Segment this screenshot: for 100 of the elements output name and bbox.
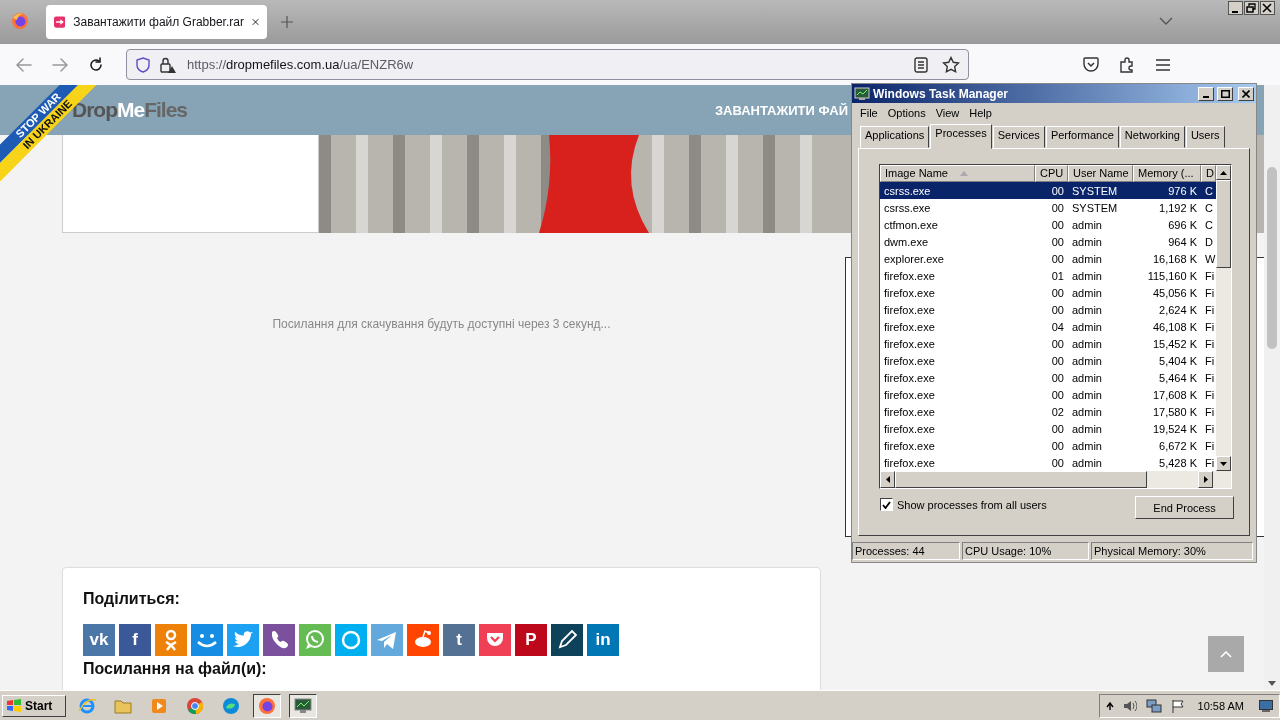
process-row[interactable]: firefox.exe 04 admin 46,108 K Fi [880, 318, 1216, 335]
tab[interactable]: Services [992, 126, 1045, 148]
table-cell-text: admin [1071, 303, 1103, 316]
process-row[interactable]: dwm.exe 00 admin 964 K D [880, 233, 1216, 250]
minimize-icon [1203, 95, 1209, 98]
table-cell-text: firefox.exe [883, 456, 936, 469]
scrollbar-thumb[interactable] [1216, 180, 1231, 268]
tab[interactable]: Applications [860, 126, 930, 148]
share-button[interactable]: f [119, 624, 151, 656]
close-icon[interactable] [1260, 1, 1275, 15]
table-cell-text: csrss.exe [883, 184, 932, 197]
end-process-button[interactable]: End Process [1135, 496, 1234, 519]
process-row[interactable]: firefox.exe 00 admin 17,608 K Fi [880, 386, 1216, 403]
scrollbar-thumb[interactable] [895, 471, 1147, 488]
table-cell-text: C [1204, 184, 1214, 197]
tab[interactable]: Processes [930, 124, 992, 149]
share-button[interactable]: t [443, 624, 475, 656]
speaker-icon[interactable] [1122, 698, 1137, 713]
desktop-icon[interactable] [1259, 699, 1273, 712]
process-row[interactable]: firefox.exe 00 admin 5,464 K Fi [880, 369, 1216, 386]
tab[interactable]: Performance [1045, 126, 1119, 148]
checkmark-icon [882, 500, 891, 509]
table-cell-text: Fi [1204, 303, 1216, 316]
maximize-button[interactable] [1217, 86, 1233, 101]
start-button[interactable]: Start [2, 694, 66, 717]
share-button[interactable] [551, 624, 583, 656]
table-cell-text: 02 [1050, 405, 1065, 418]
scrollbar-thumb[interactable] [1267, 167, 1277, 349]
table-cell-text: 46,108 K [1151, 320, 1198, 333]
table-cell-text: C [1204, 218, 1214, 231]
taskbar-button[interactable] [289, 693, 317, 718]
table-cell-text: 17,608 K [1151, 388, 1198, 401]
process-row[interactable]: firefox.exe 00 admin 6,672 K Fi [880, 437, 1216, 454]
table-cell-text: ctfmon.exe [883, 218, 939, 231]
column-header[interactable]: Image Name [880, 165, 1035, 182]
monitor-icon [854, 86, 870, 101]
table-cell-text: 00 [1050, 218, 1065, 231]
firefox-icon[interactable] [11, 12, 29, 30]
process-row[interactable]: explorer.exe 00 admin 16,168 K W [880, 250, 1216, 267]
table-cell-text: admin [1071, 337, 1103, 350]
column-header[interactable]: CPU [1035, 165, 1068, 182]
chevron-down-icon[interactable] [1268, 681, 1276, 686]
scroll-left-button[interactable] [880, 471, 895, 488]
column-header[interactable]: Memory (... [1133, 165, 1201, 182]
table-cell-text: 1,192 K [1158, 201, 1198, 214]
maximize-icon [1220, 89, 1230, 98]
plus-icon[interactable] [281, 16, 293, 28]
tab[interactable]: Users [1185, 126, 1225, 148]
clock[interactable]: 10:58 AM [1197, 699, 1244, 712]
pocket-icon[interactable] [1083, 57, 1099, 72]
scroll-down-button[interactable] [1216, 456, 1231, 471]
process-row[interactable]: firefox.exe 01 admin 115,160 K Fi [880, 267, 1216, 284]
process-row[interactable]: firefox.exe 00 admin 5,428 K Fi [880, 454, 1216, 471]
process-row[interactable]: firefox.exe 00 admin 15,452 K Fi [880, 335, 1216, 352]
share-button[interactable]: P [515, 624, 547, 656]
share-button[interactable]: in [587, 624, 619, 656]
table-cell-text: 16,168 K [1151, 252, 1198, 265]
tab[interactable]: Networking [1119, 126, 1185, 148]
process-row[interactable]: firefox.exe 00 admin 5,404 K Fi [880, 352, 1216, 369]
puzzle-icon[interactable] [1119, 56, 1135, 73]
table-cell-text: C [1204, 201, 1214, 214]
star-icon[interactable] [942, 55, 960, 74]
menu-item[interactable]: Options [883, 106, 932, 119]
menu-item[interactable]: Help [965, 106, 998, 119]
menu-item[interactable]: View [931, 106, 966, 119]
scroll-up-button[interactable] [1216, 165, 1231, 180]
process-row[interactable]: firefox.exe 00 admin 19,524 K Fi [880, 420, 1216, 437]
chevron-down-icon[interactable] [1159, 17, 1173, 25]
table-cell-text: 00 [1050, 388, 1065, 401]
close-button[interactable] [1238, 86, 1254, 101]
address-bar[interactable]: https://dropmefiles.com.ua/ua/ENZR6w [126, 49, 969, 80]
restore-icon[interactable] [1244, 1, 1259, 15]
table-cell-text: admin [1071, 320, 1103, 333]
process-row[interactable]: firefox.exe 00 admin 45,056 K Fi [880, 284, 1216, 301]
back-arrow-icon[interactable] [16, 57, 32, 72]
chevron-up-icon[interactable] [1105, 701, 1114, 710]
reader-view-icon[interactable] [914, 56, 928, 73]
column-header[interactable]: D [1201, 165, 1216, 182]
checkbox-label[interactable]: Show processes from all users [897, 498, 1047, 511]
menu-icon[interactable] [1155, 57, 1171, 72]
taskbar-button[interactable] [253, 693, 281, 718]
process-row[interactable]: firefox.exe 02 admin 17,580 K Fi [880, 403, 1216, 420]
column-header[interactable]: User Name [1068, 165, 1133, 182]
process-row[interactable]: csrss.exe 00 SYSTEM 976 K C [880, 182, 1216, 199]
share-button[interactable]: vk [83, 624, 115, 656]
network-icon[interactable] [1145, 697, 1162, 714]
scroll-right-button[interactable] [1198, 471, 1213, 488]
checkbox[interactable] [880, 498, 893, 511]
process-row[interactable]: firefox.exe 00 admin 2,624 K Fi [880, 301, 1216, 318]
share-button[interactable] [263, 624, 295, 656]
forward-arrow-icon[interactable] [52, 57, 68, 72]
process-row[interactable]: ctfmon.exe 00 admin 696 K C [880, 216, 1216, 233]
minimize-icon[interactable] [1228, 1, 1243, 15]
reload-icon[interactable] [88, 56, 104, 73]
browser-tab[interactable]: Завантажити файл Grabber.rar [46, 5, 267, 39]
menu-item[interactable]: File [856, 106, 884, 119]
flag-icon[interactable] [1170, 698, 1185, 713]
minimize-button[interactable] [1198, 86, 1214, 101]
windows-logo-icon [6, 698, 22, 713]
process-row[interactable]: csrss.exe 00 SYSTEM 1,192 K C [880, 199, 1216, 216]
